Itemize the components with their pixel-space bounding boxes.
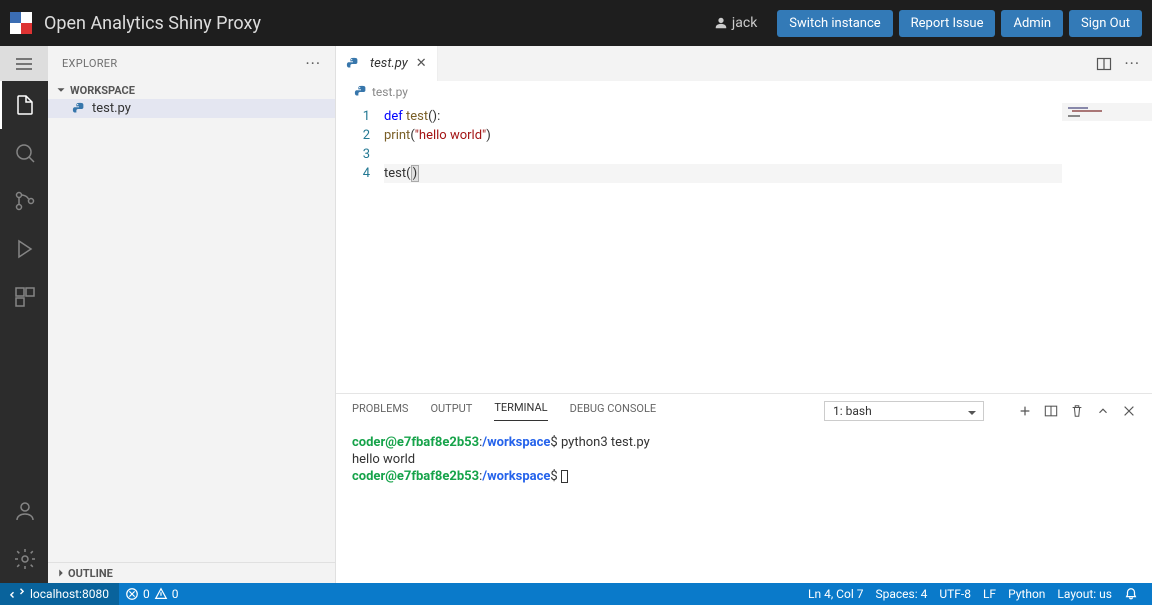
editor-more-icon[interactable]: ··· xyxy=(1124,54,1140,73)
explorer-header: EXPLORER ··· xyxy=(48,46,335,81)
maximize-panel-icon[interactable] xyxy=(1096,404,1110,418)
explorer-more-icon[interactable]: ··· xyxy=(305,54,321,73)
line-number: 1 xyxy=(336,107,370,126)
error-count: 0 xyxy=(143,587,150,601)
app-header: Open Analytics Shiny Proxy jack Switch i… xyxy=(0,0,1152,46)
breadcrumb-file: test.py xyxy=(372,85,408,99)
activity-account-icon[interactable] xyxy=(0,487,48,535)
code-editor[interactable]: 1 2 3 4 def test(): print("hello world")… xyxy=(336,103,1152,393)
sign-out-button[interactable]: Sign Out xyxy=(1069,10,1142,37)
breadcrumb[interactable]: test.py xyxy=(336,81,1152,103)
remote-icon xyxy=(10,587,24,601)
python-file-icon xyxy=(354,85,368,99)
chevron-down-icon xyxy=(54,83,68,97)
file-name: test.py xyxy=(92,101,131,116)
status-problems[interactable]: 0 0 xyxy=(119,587,185,601)
close-panel-icon[interactable] xyxy=(1122,404,1136,418)
minimap[interactable] xyxy=(1062,103,1152,393)
line-gutter: 1 2 3 4 xyxy=(336,103,384,393)
status-layout[interactable]: Layout: us xyxy=(1051,587,1118,601)
status-indentation[interactable]: Spaces: 4 xyxy=(869,587,933,601)
editor-area: test.py ✕ ··· test.py 1 2 3 4 def test()… xyxy=(336,46,1152,583)
outline-label: OUTLINE xyxy=(68,567,113,580)
line-number: 4 xyxy=(336,164,370,183)
activity-bar xyxy=(0,46,48,583)
status-notifications-icon[interactable] xyxy=(1118,587,1144,601)
code-content[interactable]: def test(): print("hello world") test() xyxy=(384,103,1152,393)
panel-tab-problems[interactable]: PROBLEMS xyxy=(352,402,408,421)
app-title: Open Analytics Shiny Proxy xyxy=(44,13,261,34)
split-terminal-icon[interactable] xyxy=(1044,404,1058,418)
panel-tab-terminal[interactable]: TERMINAL xyxy=(494,401,547,421)
warning-count: 0 xyxy=(172,587,179,601)
activity-search-icon[interactable] xyxy=(0,129,48,177)
panel-tab-debug[interactable]: DEBUG CONSOLE xyxy=(570,402,657,421)
activity-settings-icon[interactable] xyxy=(0,535,48,583)
activity-debug-icon[interactable] xyxy=(0,225,48,273)
tab-test-py[interactable]: test.py ✕ xyxy=(336,46,438,81)
remote-indicator[interactable]: localhost:8080 xyxy=(0,583,119,605)
terminal-cursor xyxy=(561,470,568,483)
admin-button[interactable]: Admin xyxy=(1001,10,1063,37)
bottom-panel: PROBLEMS OUTPUT TERMINAL DEBUG CONSOLE 1… xyxy=(336,393,1152,583)
status-language[interactable]: Python xyxy=(1002,587,1051,601)
kill-terminal-icon[interactable] xyxy=(1070,404,1084,418)
python-file-icon xyxy=(346,57,360,71)
explorer-title: EXPLORER xyxy=(62,57,117,70)
terminal-selector[interactable]: 1: bash xyxy=(824,401,984,421)
line-number: 3 xyxy=(336,145,370,164)
hamburger-menu-button[interactable] xyxy=(0,46,48,81)
report-issue-button[interactable]: Report Issue xyxy=(899,10,996,37)
status-encoding[interactable]: UTF-8 xyxy=(933,587,977,601)
workspace-label: WORKSPACE xyxy=(70,84,135,97)
editor-tabs: test.py ✕ ··· xyxy=(336,46,1152,81)
python-file-icon xyxy=(72,102,86,116)
chevron-right-icon xyxy=(54,566,68,580)
tab-close-icon[interactable]: ✕ xyxy=(416,56,427,71)
panel-tabs: PROBLEMS OUTPUT TERMINAL DEBUG CONSOLE 1… xyxy=(336,394,1152,428)
user-name: jack xyxy=(732,15,757,31)
user-indicator: jack xyxy=(714,15,757,31)
workspace-section-header[interactable]: WORKSPACE xyxy=(48,81,335,99)
remote-host: localhost:8080 xyxy=(30,587,109,601)
switch-instance-button[interactable]: Switch instance xyxy=(777,10,892,37)
new-terminal-icon[interactable] xyxy=(1018,404,1032,418)
tab-label: test.py xyxy=(370,56,408,71)
chevron-down-icon xyxy=(967,408,977,418)
status-bar: localhost:8080 0 0 Ln 4, Col 7 Spaces: 4… xyxy=(0,583,1152,605)
warning-icon xyxy=(154,587,168,601)
file-item-test-py[interactable]: test.py xyxy=(48,99,335,118)
error-icon xyxy=(125,587,139,601)
explorer-sidebar: EXPLORER ··· WORKSPACE test.py OUTLINE xyxy=(48,46,336,583)
activity-source-control-icon[interactable] xyxy=(0,177,48,225)
outline-section-header[interactable]: OUTLINE xyxy=(48,562,335,583)
status-cursor-position[interactable]: Ln 4, Col 7 xyxy=(802,587,869,601)
split-editor-icon[interactable] xyxy=(1096,56,1112,72)
app-logo-icon xyxy=(10,12,32,34)
activity-explorer-icon[interactable] xyxy=(0,81,48,129)
terminal-content[interactable]: coder@e7fbaf8e2b53:/workspace$ python3 t… xyxy=(336,428,1152,583)
user-icon xyxy=(714,16,728,30)
terminal-selector-value: 1: bash xyxy=(833,404,872,418)
activity-extensions-icon[interactable] xyxy=(0,273,48,321)
panel-tab-output[interactable]: OUTPUT xyxy=(430,402,472,421)
status-eol[interactable]: LF xyxy=(977,587,1002,601)
line-number: 2 xyxy=(336,126,370,145)
